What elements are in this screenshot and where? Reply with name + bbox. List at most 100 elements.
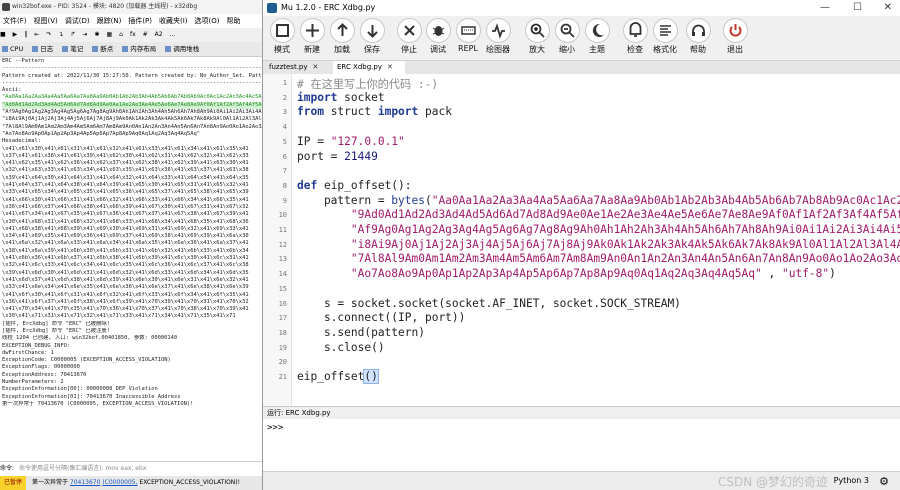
toolbar-label: 保存	[364, 45, 380, 54]
debugger-tab[interactable]: 笔记	[60, 42, 90, 56]
debugger-title: win32bof.exe - PID: 3524 - 模块: 4820 (加载器…	[12, 3, 198, 10]
run-panel-header: 运行: ERC Xdbg.py	[263, 406, 900, 419]
tidy-button[interactable]: 格式化	[650, 18, 680, 55]
log-line: 第一次异常于 70413670 (C0000005, EXCEPTION_ACC…	[2, 400, 194, 407]
status-address-link[interactable]: 70413670	[70, 479, 101, 486]
menu-item[interactable]: 收藏夹(I)	[159, 17, 188, 25]
status-text-pre: 第一次异常于	[31, 479, 68, 486]
line-number: 4	[282, 123, 287, 132]
toolbar-label: 检查	[627, 45, 643, 54]
save-icon	[359, 18, 385, 43]
menu-item[interactable]: 插件(P)	[128, 17, 152, 25]
toolbar-icon[interactable]: ↱	[70, 31, 75, 38]
save-button[interactable]: 保存	[357, 18, 387, 55]
command-bar: 命令: 命令使用逗号分隔(像汇编语言): mov eax, ebx	[0, 461, 262, 476]
toolbar-icon[interactable]: ⌂	[119, 31, 123, 38]
tab-fuzztest[interactable]: fuzztest.py ✕	[265, 61, 337, 74]
debugger-tab[interactable]: 调用堆栈	[163, 42, 206, 56]
log-line: \x32\x41\x63\x33\x41\x63\x34\x41\x63\x35…	[2, 167, 249, 174]
load-button[interactable]: 加载	[327, 18, 357, 55]
plotter-button[interactable]: 绘图器	[483, 18, 513, 55]
repl-console[interactable]: >>>	[263, 419, 900, 471]
log-line: \x34\x41\x69\x35\x41\x69\x36\x41\x69\x37…	[2, 233, 249, 240]
toolbar-icon[interactable]: fx	[130, 31, 136, 38]
menu-item[interactable]: 调试(D)	[65, 17, 90, 25]
tab-close-icon[interactable]: ✕	[387, 63, 393, 71]
help-icon	[685, 18, 711, 43]
command-input[interactable]: 命令使用逗号分隔(像汇编语言): mov eax, ebx	[19, 465, 146, 472]
toolbar-icon[interactable]: A2	[155, 31, 163, 38]
log-line: NumberParameters: 2	[2, 379, 64, 386]
maximize-icon[interactable]: ☐	[853, 0, 862, 16]
mode-button[interactable]: 模式	[267, 18, 297, 55]
toolbar-label: 格式化	[653, 45, 677, 54]
debugger-status-bar: 已暂停 第一次异常于 70413670 (C0000005, EXCEPTION…	[0, 476, 262, 490]
mode-indicator[interactable]: Python 3	[834, 476, 869, 485]
toolbar-label: 绘图器	[486, 45, 510, 54]
stop-button[interactable]: 停止	[394, 18, 424, 55]
toolbar-label: 停止	[401, 45, 417, 54]
code-line: s.connect((IP, port))	[297, 311, 466, 325]
zoom-out-button[interactable]: 缩小	[552, 18, 582, 55]
debugger-tab[interactable]: 内存布局	[120, 42, 163, 56]
tab-close-icon[interactable]: ✕	[313, 63, 319, 71]
mu-title: Mu 1.2.0 - ERC Xdbg.py	[281, 3, 376, 12]
plotter-icon	[485, 18, 511, 43]
debugger-tab[interactable]: 断点	[90, 42, 120, 56]
repl-button[interactable]: REPL	[453, 18, 483, 53]
status-text-post: EXCEPTION_ACCESS_VIOLATION)!	[139, 479, 241, 486]
toolbar-icon[interactable]: …	[170, 31, 176, 38]
load-icon	[329, 18, 355, 43]
debugger-tab[interactable]: 日志	[30, 42, 60, 56]
toolbar-label: 主题	[589, 45, 605, 54]
log-line: \x41\x6a\x32\x41\x6a\x33\x41\x6a\x34\x41…	[2, 240, 249, 247]
toolbar-icon[interactable]: ✱	[94, 31, 99, 38]
toolbar-icon[interactable]: ▦	[106, 31, 112, 38]
menu-item[interactable]: 跟踪(N)	[97, 17, 122, 25]
zoom-in-button[interactable]: 放大	[522, 18, 552, 55]
toolbar-icon[interactable]: ▶	[13, 31, 18, 38]
toolbar-icon[interactable]: #	[143, 31, 148, 38]
debugger-tab[interactable]: CPU	[0, 42, 30, 56]
line-number: 18	[278, 328, 287, 337]
debug-button[interactable]: 调试	[423, 18, 453, 55]
toolbar-icon[interactable]: ⇤	[34, 31, 39, 38]
toolbar-icon[interactable]: ■	[0, 31, 6, 38]
close-window-icon[interactable]: ✕	[884, 0, 892, 16]
debugger-log-view[interactable]: ERC --Pattern ---------------------------…	[0, 58, 262, 461]
minimize-icon[interactable]: —	[820, 0, 830, 16]
toolbar-icon[interactable]: ‖	[24, 31, 27, 38]
check-button[interactable]: 检查	[620, 18, 650, 55]
gear-icon[interactable]: ⚙	[879, 475, 889, 488]
help-button[interactable]: 帮助	[683, 18, 713, 55]
log-line: \x41\x6d\x37\x41\x6d\x38\x41\x6d\x39\x41…	[2, 276, 249, 283]
log-line: 线程 1204 已创建, 入口: win32bof.00401850, 参数: …	[2, 335, 178, 342]
line-number: 3	[282, 108, 287, 117]
toolbar-icon[interactable]: ↴	[58, 31, 63, 38]
toolbar-icon[interactable]: ⇥	[82, 31, 87, 38]
tab-erc-xdbg[interactable]: ERC Xdbg.py ✕	[333, 61, 405, 74]
log-line: "Aa0Aa1Aa2Aa3Aa4Aa5Aa6Aa7Aa8Aa9Ab0Ab1Ab2…	[2, 94, 262, 101]
menu-item[interactable]: 选项(O)	[195, 17, 220, 25]
x32dbg-logo-icon	[2, 3, 10, 11]
line-number: 10	[278, 211, 287, 220]
quit-button[interactable]: 退出	[720, 18, 750, 55]
log-line: "Af9Ag0Ag1Ag2Ag3Ag4Ag5Ag6Ag7Ag8Ag9Ah0Ah1…	[2, 109, 262, 116]
line-number: 19	[278, 343, 287, 352]
log-line: "i8Ai9Aj0Aj1Aj2Aj3Aj4Aj5Aj6Aj7Aj8Aj9Ak0A…	[2, 116, 262, 123]
menu-item[interactable]: 文件(F)	[3, 17, 27, 25]
code-line: s.close()	[297, 340, 385, 354]
log-line: \x41\x61\x30\x41\x61\x31\x41\x61\x32\x41…	[2, 145, 249, 152]
new-button[interactable]: 新建	[297, 18, 327, 55]
toolbar-icon[interactable]: ↷	[46, 31, 51, 38]
status-code-link[interactable]: (C0000005,	[102, 479, 137, 486]
menu-item[interactable]: 帮助	[227, 17, 241, 25]
code-line: eip_offset()	[297, 369, 379, 384]
log-line: \x41\x68\x38\x41\x68\x39\x41\x69\x30\x41…	[2, 225, 249, 232]
log-line: \x41\x6f\x30\x41\x6f\x31\x41\x6f\x32\x41…	[2, 291, 249, 298]
code-line: from struct import pack	[297, 105, 452, 119]
code-editor[interactable]: 1 2 3 4 5 6 7 8 9 10 11 12 13 14 15 16 17 18 19 20 21 # 在这里写…	[263, 74, 900, 406]
menu-item[interactable]: 视图(V)	[34, 17, 58, 25]
debug-icon	[425, 18, 451, 43]
theme-button[interactable]: 主题	[582, 18, 612, 55]
